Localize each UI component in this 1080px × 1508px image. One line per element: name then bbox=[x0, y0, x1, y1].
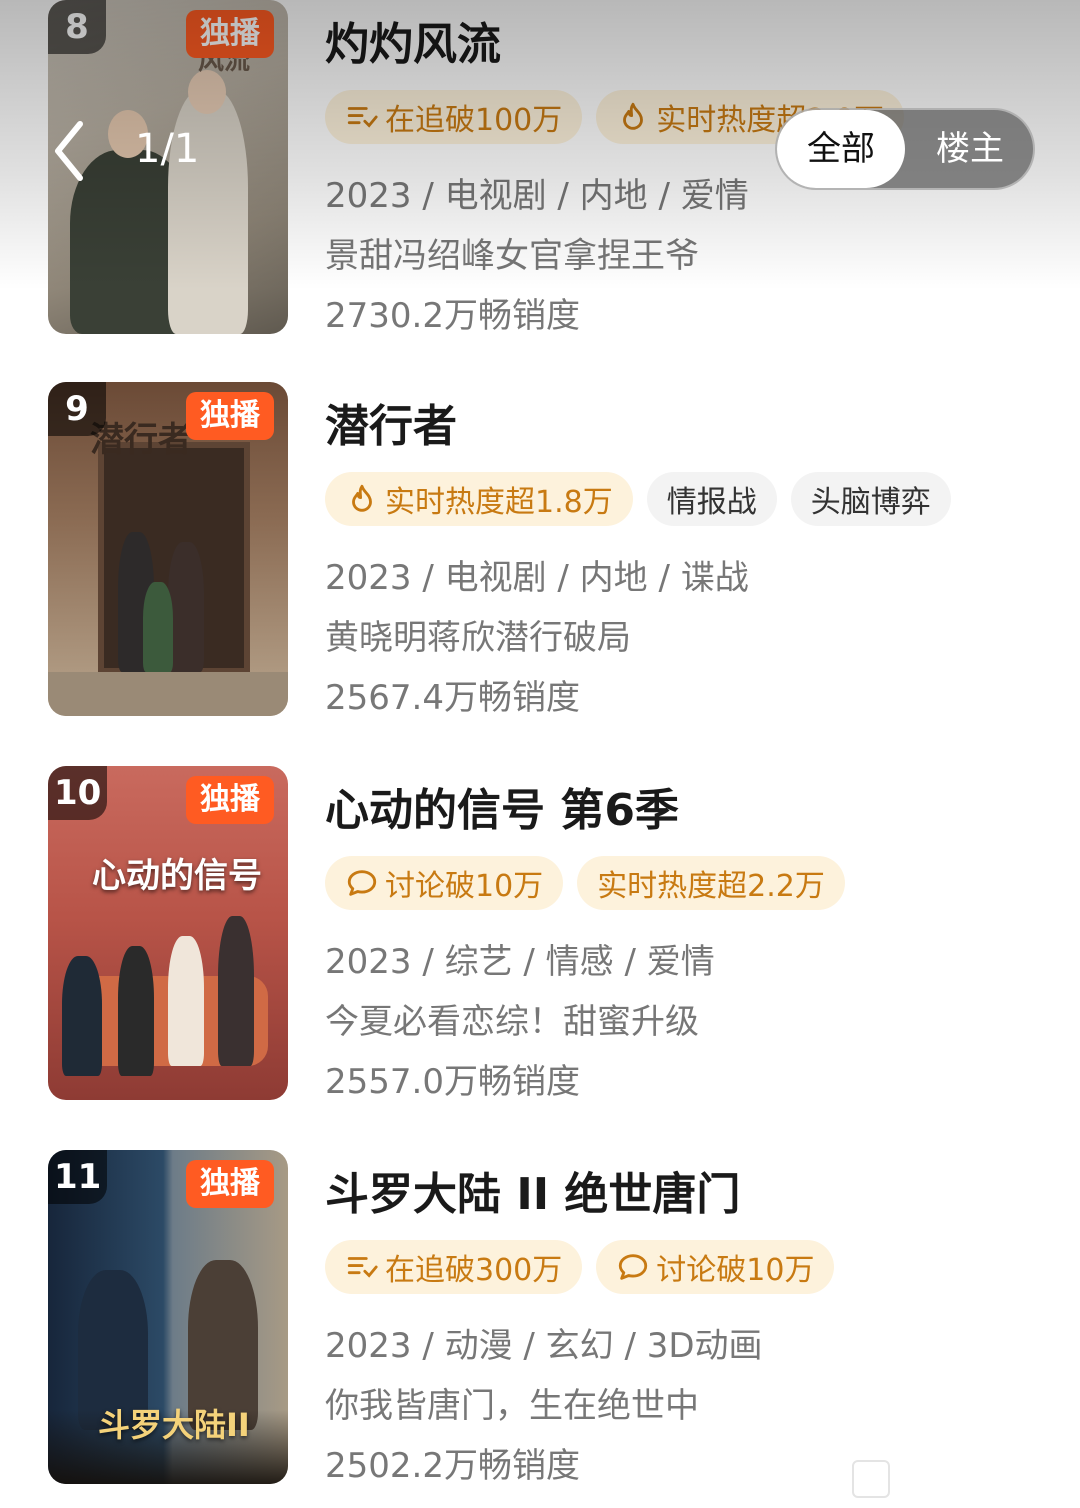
sales-score: 2502.2万畅销度 bbox=[325, 1446, 580, 1486]
rank-badge: 11 bbox=[48, 1150, 108, 1204]
exclusive-badge: 独播 bbox=[186, 776, 274, 824]
tag-chip[interactable]: 讨论破10万 bbox=[596, 1240, 835, 1294]
description: 黄晓明蒋欣潜行破局 bbox=[325, 618, 631, 658]
page-indicator: 1/1 bbox=[135, 126, 200, 172]
tag-chip[interactable]: 实时热度超1.8万 bbox=[325, 472, 633, 526]
sales-score: 2557.0万畅销度 bbox=[325, 1062, 580, 1102]
info-line: 2023 / 电视剧 / 内地 / 谍战 bbox=[325, 558, 749, 598]
exclusive-badge: 独播 bbox=[186, 10, 274, 58]
info-line: 2023 / 综艺 / 情感 / 爱情 bbox=[325, 942, 715, 982]
poster-image[interactable]: 心动的信号 10 独播 bbox=[48, 766, 288, 1100]
poster-image[interactable]: 潜行者 9 独播 bbox=[48, 382, 288, 716]
follow-list-icon bbox=[347, 107, 378, 128]
tag-row: 讨论破10万 实时热度超2.2万 bbox=[325, 856, 845, 910]
tag-label: 情报战 bbox=[666, 485, 757, 520]
filter-all-button[interactable]: 全部 bbox=[777, 110, 905, 188]
tag-label: 在追破300万 bbox=[385, 1253, 563, 1288]
list-item[interactable]: 斗罗大陆II 11 独播 斗罗大陆 II 绝世唐门 在追破300万 讨论破10万… bbox=[0, 1150, 1080, 1490]
chat-bubble-icon bbox=[619, 1254, 648, 1280]
tag-row: 在追破300万 讨论破10万 bbox=[325, 1240, 835, 1294]
sales-score: 2730.2万畅销度 bbox=[325, 296, 580, 336]
exclusive-badge: 独播 bbox=[186, 392, 274, 440]
chat-bubble-icon bbox=[347, 870, 377, 896]
show-title[interactable]: 斗罗大陆 II 绝世唐门 bbox=[325, 1158, 740, 1222]
sales-score: 2567.4万畅销度 bbox=[325, 678, 580, 718]
tag-chip[interactable]: 头脑博弈 bbox=[790, 472, 951, 526]
rank-badge: 9 bbox=[48, 382, 106, 436]
tag-label: 在追破100万 bbox=[385, 103, 563, 138]
tag-label: 讨论破10万 bbox=[656, 1253, 815, 1288]
rank-badge: 10 bbox=[48, 766, 108, 820]
tag-label: 讨论破10万 bbox=[385, 869, 544, 904]
watermark-icon bbox=[852, 1460, 890, 1498]
info-line: 2023 / 电视剧 / 内地 / 爱情 bbox=[325, 176, 749, 216]
show-title[interactable]: 心动的信号 第6季 bbox=[325, 774, 679, 838]
filter-owner-button[interactable]: 楼主 bbox=[907, 110, 1033, 188]
description: 你我皆唐门，生在绝世中 bbox=[325, 1386, 699, 1426]
flame-icon bbox=[623, 102, 644, 130]
back-arrow-icon[interactable] bbox=[50, 118, 90, 184]
tag-row: 实时热度超1.8万 情报战 头脑博弈 bbox=[325, 472, 951, 526]
tag-label: 实时热度超2.2万 bbox=[597, 869, 825, 904]
tag-chip[interactable]: 讨论破10万 bbox=[325, 856, 564, 910]
tag-chip[interactable]: 情报战 bbox=[646, 472, 777, 526]
list-item[interactable]: 心动的信号 10 独播 心动的信号 第6季 讨论破10万 实时热度超2.2万 2… bbox=[0, 766, 1080, 1106]
follow-list-icon bbox=[347, 1257, 378, 1278]
tag-chip[interactable]: 在追破100万 bbox=[325, 90, 583, 144]
rank-badge: 8 bbox=[48, 0, 106, 54]
description: 今夏必看恋综！甜蜜升级 bbox=[325, 1002, 699, 1042]
show-title[interactable]: 潜行者 bbox=[325, 390, 457, 454]
show-title[interactable]: 灼灼风流 bbox=[325, 8, 501, 72]
tag-chip[interactable]: 实时热度超2.2万 bbox=[577, 856, 845, 910]
filter-toggle: 全部 楼主 bbox=[775, 108, 1035, 190]
info-line: 2023 / 动漫 / 玄幻 / 3D动画 bbox=[325, 1326, 763, 1366]
tag-label: 实时热度超1.8万 bbox=[385, 485, 613, 520]
list-item[interactable]: 潜行者 9 独播 潜行者 实时热度超1.8万 情报战 头脑博弈 2023 / 电… bbox=[0, 382, 1080, 722]
flame-icon bbox=[352, 484, 372, 512]
tag-chip[interactable]: 在追破300万 bbox=[325, 1240, 583, 1294]
poster-title: 心动的信号 bbox=[92, 856, 262, 896]
exclusive-badge: 独播 bbox=[186, 1160, 274, 1208]
description: 景甜冯绍峰女官拿捏王爷 bbox=[325, 236, 699, 276]
poster-title: 斗罗大陆II bbox=[98, 1406, 250, 1444]
tag-label: 头脑博弈 bbox=[810, 485, 931, 520]
poster-image[interactable]: 斗罗大陆II 11 独播 bbox=[48, 1150, 288, 1484]
